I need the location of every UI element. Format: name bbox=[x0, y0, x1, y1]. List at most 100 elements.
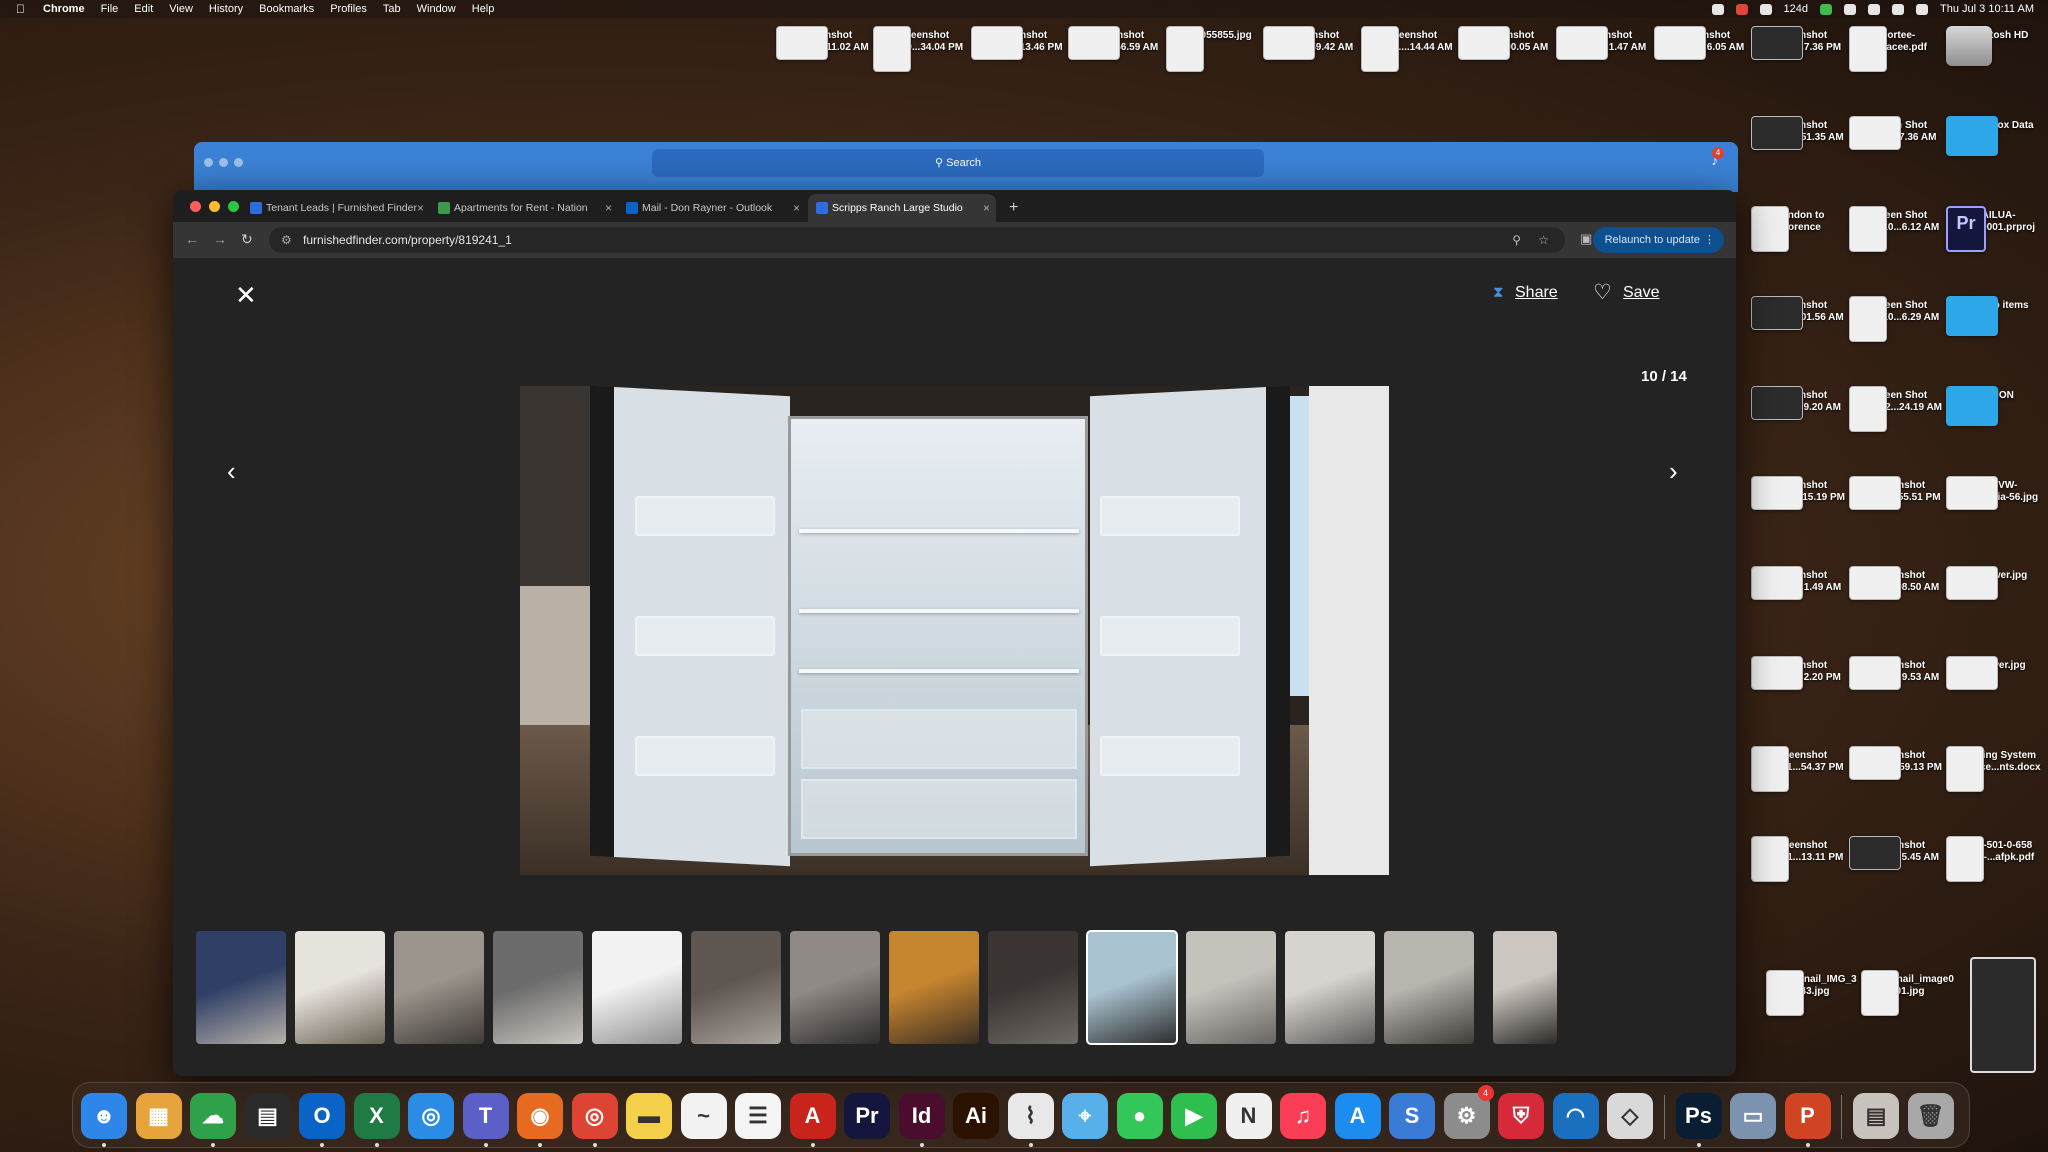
teams-icon[interactable]: T bbox=[462, 1093, 509, 1139]
thumb-door-lock[interactable] bbox=[1493, 931, 1557, 1044]
desktop-icon[interactable]: Screenshot2024-11...2.20 PM bbox=[1751, 656, 1849, 690]
desktop-icon[interactable]: Screenshot2024-11...51.35 AM bbox=[1751, 116, 1849, 150]
menu-tab[interactable]: Tab bbox=[383, 3, 401, 15]
desktop-icon[interactable]: Screenshot2024-11...9.20 AM bbox=[1751, 386, 1849, 420]
back-button[interactable]: ← bbox=[185, 231, 199, 247]
menu-file[interactable]: File bbox=[101, 3, 119, 15]
menu-help[interactable]: Help bbox=[472, 3, 495, 15]
reminders-icon[interactable]: ☰ bbox=[735, 1093, 781, 1139]
desktop-icon[interactable]: 1000055855.jpg bbox=[1166, 26, 1264, 72]
setapp-icon[interactable]: S bbox=[1389, 1093, 1435, 1139]
thumb-pots-pans[interactable] bbox=[691, 931, 781, 1044]
tab-1[interactable]: Tenant Leads | Furnished Finder × bbox=[242, 194, 430, 222]
acrobat-icon[interactable]: A bbox=[789, 1093, 836, 1139]
new-tab-button[interactable]: + bbox=[1009, 194, 1018, 222]
thumb-kitchen[interactable] bbox=[394, 931, 484, 1044]
desktop-icon[interactable]: all-34-501-0-658 69902-...afpk.pdf bbox=[1946, 836, 2044, 882]
thumb-refrigerator[interactable] bbox=[1086, 930, 1178, 1045]
activity-monitor-icon[interactable]: ⌇ bbox=[1007, 1093, 1054, 1139]
menu-window[interactable]: Window bbox=[417, 3, 456, 15]
background-app-window[interactable]: ⚲ Search ♪ 4 bbox=[194, 142, 1738, 192]
desktop-icon[interactable]: Screenshot2025-0...56.59 AM bbox=[1068, 26, 1166, 60]
relaunch-to-update-button[interactable]: Relaunch to update ⋮ bbox=[1592, 227, 1724, 253]
desktop-icon[interactable]: Screenshot2024-12...6.05 AM bbox=[1654, 26, 1752, 60]
desktop-icon[interactable]: Screenshot2025-07...11.02 AM bbox=[776, 26, 874, 60]
dropbox-icon[interactable] bbox=[1711, 3, 1724, 15]
close-tab-icon[interactable]: × bbox=[605, 194, 612, 222]
control-center-icon[interactable] bbox=[1916, 3, 1929, 15]
thumb-shower[interactable] bbox=[1186, 931, 1276, 1044]
thumb-cabinet-dishes[interactable] bbox=[592, 931, 682, 1044]
reload-button[interactable]: ↻ bbox=[241, 231, 253, 248]
desktop-icon[interactable]: Screenshot2025-0....13.46 PM bbox=[971, 26, 1069, 60]
music-icon[interactable]: ♫ bbox=[1280, 1093, 1326, 1139]
close-window-button[interactable] bbox=[190, 201, 201, 212]
firefox-icon[interactable]: ◉ bbox=[517, 1093, 563, 1139]
menu-profiles[interactable]: Profiles bbox=[330, 3, 367, 15]
finder-icon[interactable]: ☻ bbox=[81, 1093, 127, 1139]
desktop-icon[interactable]: solpower.jpg bbox=[1946, 656, 2044, 690]
desktop-icon[interactable]: sol-power.jpg bbox=[1946, 566, 2044, 600]
thumb-bathroom-vanity[interactable] bbox=[1285, 931, 1375, 1044]
desktop-icon[interactable]: Portee-espacee.pdf bbox=[1849, 26, 1947, 72]
close-tab-icon[interactable]: × bbox=[417, 194, 424, 222]
thumb-kitchen-appliances[interactable] bbox=[493, 931, 583, 1044]
desktop-icon[interactable]: Screenshot2024-11....15.19 PM bbox=[1751, 476, 1849, 510]
desktop-icon[interactable]: Screenshot 2024-11...13.11 PM bbox=[1751, 836, 1849, 882]
desktop-icon[interactable]: Screenshot 2024-11...54.37 PM bbox=[1751, 746, 1849, 792]
share-icon[interactable]: ⧗ bbox=[1493, 284, 1504, 301]
zoom-window-button[interactable] bbox=[228, 201, 239, 212]
launchpad-icon[interactable]: ▦ bbox=[135, 1093, 182, 1139]
thumb-closet[interactable] bbox=[988, 931, 1078, 1044]
desktop-icon[interactable]: Screen Shot2021-0...7.36 AM bbox=[1849, 116, 1947, 150]
forward-button[interactable]: → bbox=[213, 231, 227, 247]
desktop-icon[interactable]: thumbnail_image0 01.jpg bbox=[1861, 970, 1959, 1016]
powerpoint-icon[interactable]: P bbox=[1784, 1093, 1831, 1139]
desktop-icon[interactable]: Screenshot2024-10...7.36 PM bbox=[1751, 26, 1849, 60]
app-status-icon[interactable] bbox=[1820, 3, 1833, 15]
chrome-icon[interactable]: ◎ bbox=[571, 1093, 618, 1139]
clock[interactable]: Thu Jul 3 10:11 AM bbox=[1940, 3, 2034, 15]
security-app-icon[interactable]: ⛨ bbox=[1498, 1093, 1544, 1139]
zoom-icon[interactable]: ⚲ bbox=[1512, 227, 1521, 253]
facetime-icon[interactable]: ▶ bbox=[1171, 1093, 1217, 1139]
screens-app-icon[interactable]: ▭ bbox=[1730, 1093, 1776, 1139]
address-bar[interactable]: ⚙ furnishedfinder.com/property/819241_1 … bbox=[269, 227, 1565, 253]
desktop-icon[interactable]: Screenshot2024-12...1.49 AM bbox=[1751, 566, 1849, 600]
search-icon[interactable] bbox=[1892, 3, 1905, 15]
browser-swirl-icon[interactable]: ◠ bbox=[1552, 1093, 1599, 1139]
screenshot-preview[interactable] bbox=[1970, 957, 2036, 1073]
desktop-icon[interactable]: Screenshot2024-10...9.53 AM bbox=[1849, 656, 1947, 690]
illustrator-icon[interactable]: Ai bbox=[953, 1093, 999, 1139]
calculator-icon[interactable]: ▤ bbox=[244, 1093, 291, 1139]
desktop-icon[interactable]: Old Firefox Data bbox=[1946, 116, 2044, 156]
desktop-icon[interactable]: Screenshot 2025-0...34.04 PM bbox=[873, 26, 971, 72]
site-info-icon[interactable]: ⚙ bbox=[281, 227, 292, 253]
network-radar-icon[interactable]: ☁ bbox=[190, 1093, 236, 1139]
outlook-icon[interactable]: O bbox=[299, 1093, 345, 1139]
next-photo-button[interactable]: › bbox=[1669, 456, 1678, 487]
desktop-icon[interactable]: Pr KAILUA-chip_0001.prproj bbox=[1946, 206, 2044, 252]
tab-search-icon[interactable]: ▣ bbox=[1580, 231, 1592, 247]
save-button[interactable]: Save bbox=[1623, 284, 1659, 302]
close-tab-icon[interactable]: × bbox=[793, 194, 800, 222]
share-button[interactable]: Share bbox=[1515, 284, 1558, 302]
search-bar[interactable]: ⚲ Search bbox=[652, 149, 1264, 177]
menu-bookmarks[interactable]: Bookmarks bbox=[259, 3, 314, 15]
weather-temperature[interactable]: 124d bbox=[1784, 3, 1808, 15]
desktop-icon[interactable]: Screenshot2025-01...1.47 AM bbox=[1556, 26, 1654, 60]
desktop-icon[interactable]: FUSION bbox=[1946, 386, 2044, 426]
desktop-icon[interactable]: Screenshot2024-11...5.45 AM bbox=[1849, 836, 1947, 870]
thumb-knife-drawer[interactable] bbox=[889, 931, 979, 1044]
premiere-pro-icon[interactable]: Pr bbox=[844, 1093, 890, 1139]
close-tab-icon[interactable]: × bbox=[983, 194, 990, 222]
news-icon[interactable]: N bbox=[1225, 1093, 1272, 1139]
previous-photo-button[interactable]: ‹ bbox=[227, 456, 236, 487]
minimize-window-button[interactable] bbox=[209, 201, 220, 212]
desktop-icon[interactable]: desktop items bbox=[1946, 296, 2044, 336]
maps-icon[interactable]: ⌖ bbox=[1062, 1093, 1108, 1139]
desktop-icon[interactable]: London to Florence bbox=[1751, 206, 1849, 252]
freeform-icon[interactable]: ~ bbox=[680, 1093, 727, 1139]
bookmark-star-icon[interactable]: ☆ bbox=[1538, 227, 1549, 253]
desktop-icon[interactable]: 1974-VW-Karman...ia-56.jpg bbox=[1946, 476, 2044, 510]
